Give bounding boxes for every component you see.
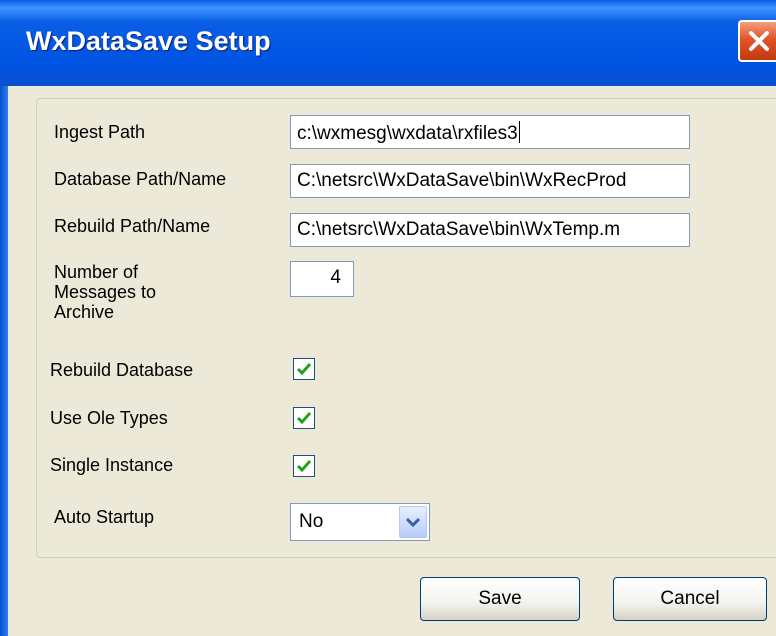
auto-startup-label: Auto Startup bbox=[54, 507, 155, 527]
window-frame-left bbox=[0, 86, 8, 636]
cancel-button[interactable]: Cancel bbox=[613, 577, 767, 621]
text-caret bbox=[518, 121, 520, 143]
ingest-path-label: Ingest Path bbox=[54, 122, 146, 142]
window-title: WxDataSave Setup bbox=[26, 26, 271, 56]
check-icon bbox=[296, 460, 312, 473]
single-instance-label: Single Instance bbox=[50, 455, 174, 475]
close-icon bbox=[749, 31, 769, 51]
auto-startup-value: No bbox=[299, 511, 324, 532]
title-bar[interactable]: WxDataSave Setup bbox=[0, 0, 776, 86]
check-icon bbox=[296, 363, 312, 376]
dropdown-button[interactable] bbox=[399, 506, 427, 538]
check-icon bbox=[296, 412, 312, 425]
save-button[interactable]: Save bbox=[420, 577, 580, 621]
ingest-path-value: c:\wxmesg\wxdata\rxfiles3 bbox=[297, 123, 518, 144]
close-button[interactable] bbox=[738, 20, 776, 62]
use-ole-types-label: Use Ole Types bbox=[50, 408, 168, 428]
rebuild-database-checkbox[interactable] bbox=[293, 358, 315, 380]
ingest-path-field[interactable]: c:\wxmesg\wxdata\rxfiles3 bbox=[290, 115, 690, 149]
rebuild-path-field[interactable]: C:\netsrc\WxDataSave\bin\WxTemp.m bbox=[290, 213, 690, 247]
database-path-field[interactable]: C:\netsrc\WxDataSave\bin\WxRecProd bbox=[290, 164, 690, 198]
auto-startup-dropdown[interactable]: No bbox=[290, 503, 430, 541]
rebuild-path-label: Rebuild Path/Name bbox=[54, 216, 211, 236]
single-instance-checkbox[interactable] bbox=[293, 455, 315, 477]
messages-to-archive-field[interactable]: 4 bbox=[290, 261, 354, 297]
database-path-label: Database Path/Name bbox=[54, 169, 227, 189]
rebuild-database-label: Rebuild Database bbox=[50, 360, 194, 380]
messages-to-archive-label: Number of Messages to Archive bbox=[54, 262, 157, 322]
use-ole-types-checkbox[interactable] bbox=[293, 407, 315, 429]
chevron-down-icon bbox=[406, 517, 420, 527]
